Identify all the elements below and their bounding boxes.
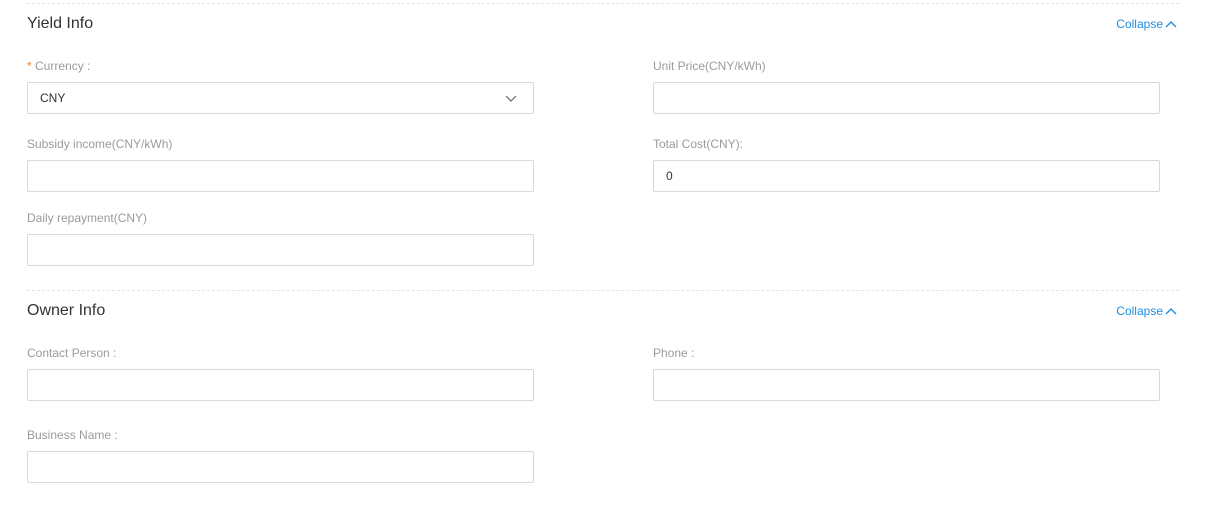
yield-info-top-divider: [27, 3, 1179, 4]
chevron-up-icon: [1165, 308, 1177, 315]
required-mark: *: [27, 59, 32, 73]
phone-label: Phone :: [653, 346, 695, 360]
subsidy-income-label: Subsidy income(CNY/kWh): [27, 137, 173, 151]
subsidy-income-input[interactable]: [27, 160, 534, 192]
total-cost-input[interactable]: [653, 160, 1160, 192]
contact-person-input[interactable]: [27, 369, 534, 401]
currency-selected-value: CNY: [40, 91, 66, 105]
contact-person-label: Contact Person :: [27, 346, 117, 360]
chevron-down-icon: [505, 95, 517, 102]
owner-info-title: Owner Info: [27, 302, 106, 319]
daily-repayment-input[interactable]: [27, 234, 534, 266]
owner-info-top-divider: [27, 290, 1179, 291]
unit-price-label: Unit Price(CNY/kWh): [653, 59, 766, 73]
business-name-input[interactable]: [27, 451, 534, 483]
unit-price-input[interactable]: [653, 82, 1160, 114]
total-cost-label: Total Cost(CNY):: [653, 137, 744, 151]
yield-info-collapse-button[interactable]: Collapse: [1116, 16, 1178, 32]
daily-repayment-label: Daily repayment(CNY): [27, 211, 148, 225]
owner-info-collapse-label: Collapse: [1116, 304, 1163, 318]
owner-info-collapse-button[interactable]: Collapse: [1116, 303, 1178, 319]
chevron-up-icon: [1165, 21, 1177, 28]
currency-label-text: Currency :: [35, 59, 91, 73]
yield-info-title: Yield Info: [27, 15, 94, 32]
phone-input[interactable]: [653, 369, 1160, 401]
currency-label: * Currency :: [27, 58, 90, 74]
business-name-label: Business Name :: [27, 428, 118, 442]
currency-select[interactable]: CNY: [27, 82, 534, 114]
yield-info-collapse-label: Collapse: [1116, 17, 1163, 31]
